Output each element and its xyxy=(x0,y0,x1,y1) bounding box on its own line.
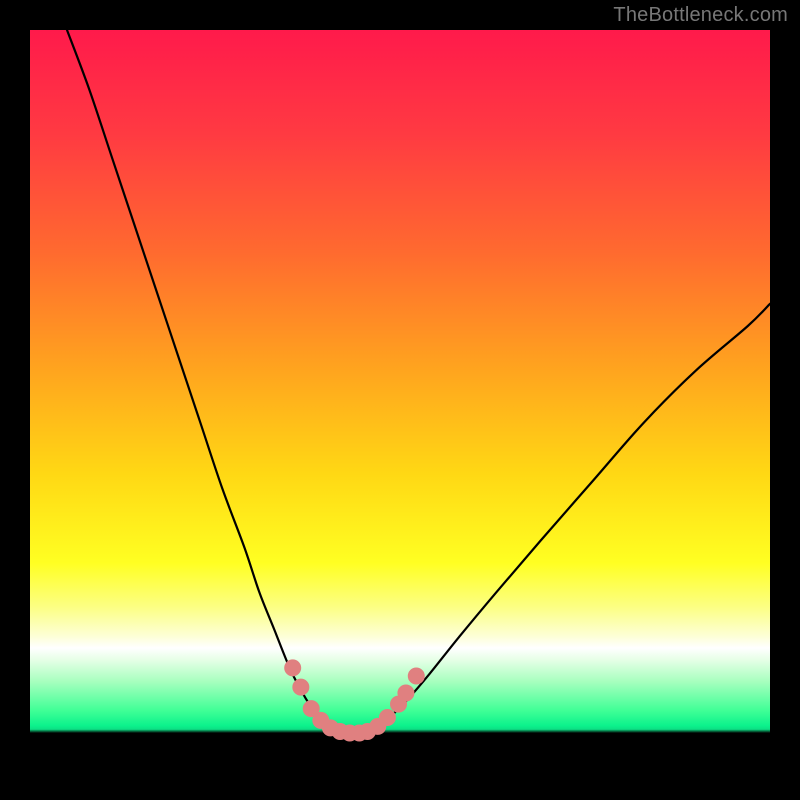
bottleneck-chart xyxy=(30,30,770,770)
marker-dot xyxy=(293,679,309,695)
marker-dot xyxy=(379,709,395,725)
gradient-background xyxy=(30,30,770,770)
watermark-text: TheBottleneck.com xyxy=(613,4,788,27)
marker-dot xyxy=(285,660,301,676)
plot-area xyxy=(30,30,770,770)
marker-dot xyxy=(408,668,424,684)
marker-dot xyxy=(398,685,414,701)
chart-frame xyxy=(30,30,770,770)
